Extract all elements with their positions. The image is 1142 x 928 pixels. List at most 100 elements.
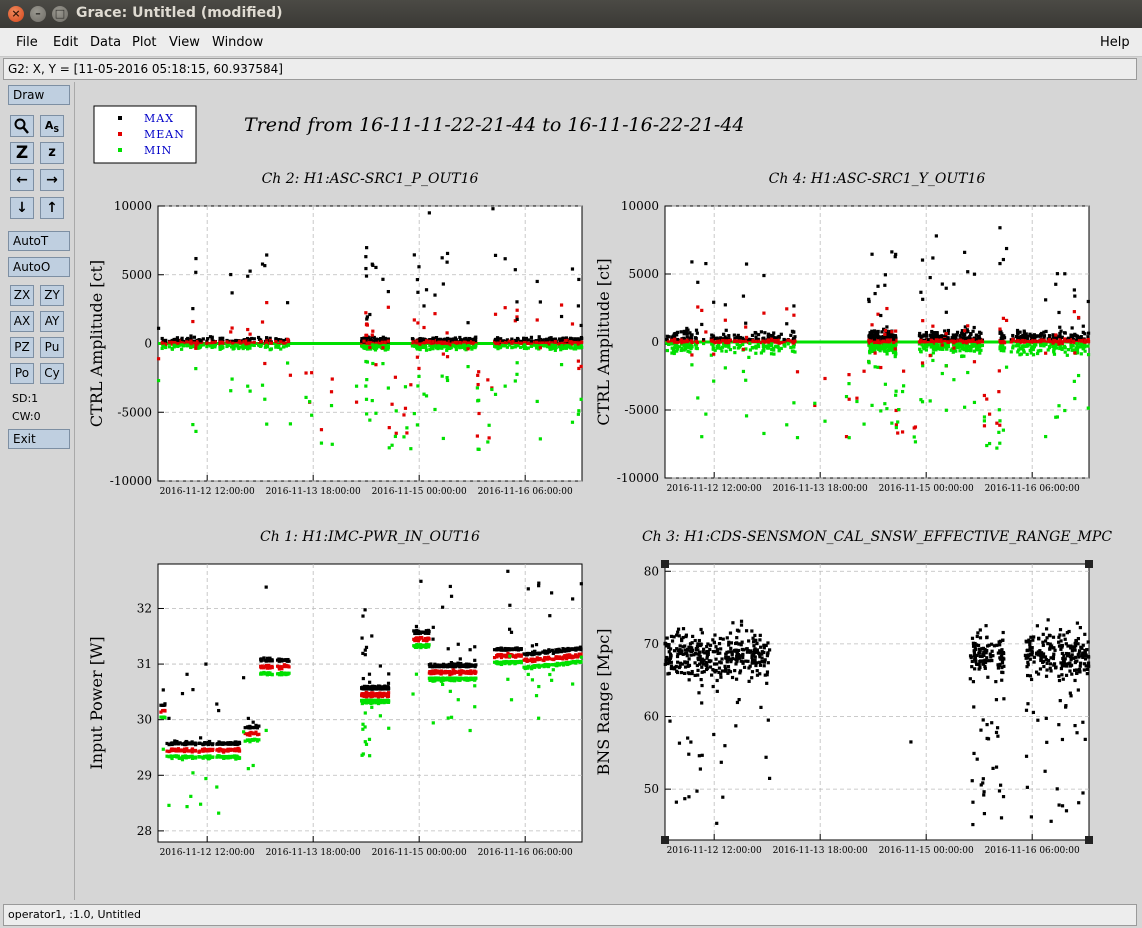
po-button[interactable]: Po bbox=[10, 363, 34, 384]
min-point bbox=[744, 378, 748, 382]
min-point bbox=[958, 342, 962, 346]
min-point bbox=[259, 672, 264, 676]
min-point bbox=[723, 366, 727, 370]
min-point bbox=[365, 412, 369, 416]
min-point bbox=[445, 378, 450, 383]
max-point bbox=[782, 337, 786, 342]
mean-point bbox=[453, 340, 458, 345]
ay-button[interactable]: AY bbox=[40, 311, 64, 332]
mean-point bbox=[162, 708, 166, 713]
menu-window[interactable]: Window bbox=[212, 35, 263, 50]
min-point bbox=[374, 343, 378, 347]
mean-point bbox=[194, 346, 198, 350]
min-point bbox=[234, 343, 238, 347]
menu-help[interactable]: Help bbox=[1100, 35, 1130, 50]
mean-point bbox=[450, 672, 454, 676]
max-point bbox=[744, 262, 749, 266]
arrow-right-icon[interactable]: → bbox=[40, 169, 64, 191]
menu-file[interactable]: File bbox=[16, 35, 38, 50]
min-point bbox=[364, 742, 369, 746]
legend-label-max: MAX bbox=[144, 112, 174, 125]
arrow-left-icon[interactable]: ← bbox=[10, 169, 34, 191]
min-point bbox=[202, 755, 207, 759]
mean-point bbox=[913, 425, 918, 429]
min-point bbox=[446, 716, 450, 720]
menu-edit[interactable]: Edit bbox=[53, 35, 78, 50]
min-point bbox=[712, 379, 716, 383]
min-point bbox=[761, 349, 765, 353]
y-tick-label: 0 bbox=[144, 337, 152, 351]
max-point bbox=[1086, 331, 1091, 335]
autot-button[interactable]: AutoT bbox=[8, 231, 70, 251]
zx-button[interactable]: ZX bbox=[10, 285, 34, 306]
min-point bbox=[515, 372, 519, 376]
mean-point bbox=[248, 332, 252, 336]
zy-button[interactable]: ZY bbox=[40, 285, 64, 306]
min-point bbox=[381, 362, 385, 366]
max-point bbox=[441, 605, 445, 609]
max-point bbox=[387, 672, 391, 676]
min-point bbox=[535, 399, 539, 404]
zoom-out-icon[interactable]: z bbox=[40, 142, 64, 164]
min-point bbox=[368, 418, 372, 422]
mean-point bbox=[415, 339, 419, 343]
min-point bbox=[367, 737, 372, 741]
chart-panel-2: Ch 4: H1:ASC-SRC1_Y_OUT162016-11-12 12:0… bbox=[594, 171, 1091, 494]
max-point bbox=[887, 332, 892, 337]
menu-plot[interactable]: Plot bbox=[132, 35, 157, 50]
min-point bbox=[944, 408, 948, 412]
min-point bbox=[792, 401, 796, 405]
close-window-icon[interactable]: × bbox=[8, 6, 24, 22]
autoscale-text-icon[interactable]: AS bbox=[40, 115, 64, 137]
min-point bbox=[870, 403, 874, 407]
mean-point bbox=[1001, 316, 1006, 320]
arrow-up-icon[interactable]: ↑ bbox=[40, 197, 64, 219]
minimize-window-icon[interactable]: – bbox=[30, 6, 46, 22]
mean-point bbox=[360, 694, 364, 698]
mean-point bbox=[274, 340, 278, 344]
max-point bbox=[219, 336, 223, 341]
min-point bbox=[1074, 346, 1078, 350]
min-point bbox=[403, 385, 408, 389]
mean-point bbox=[445, 355, 450, 359]
min-point bbox=[727, 345, 731, 349]
min-point bbox=[282, 345, 286, 349]
autoo-button[interactable]: AutoO bbox=[8, 257, 70, 277]
pu-button[interactable]: Pu bbox=[40, 337, 64, 358]
min-point bbox=[813, 401, 817, 405]
zoom-icon[interactable] bbox=[10, 115, 34, 137]
min-point bbox=[673, 350, 677, 354]
draw-button[interactable]: Draw bbox=[8, 85, 70, 105]
max-point bbox=[270, 658, 274, 662]
max-point bbox=[920, 258, 925, 262]
mean-point bbox=[217, 748, 222, 752]
arrow-down-icon[interactable]: ↓ bbox=[10, 197, 34, 219]
plot-canvas[interactable]: Trend from 16-11-11-22-21-44 to 16-11-16… bbox=[78, 82, 1134, 902]
mean-point bbox=[511, 340, 515, 344]
ax-button[interactable]: AX bbox=[10, 311, 34, 332]
exit-button[interactable]: Exit bbox=[8, 429, 70, 449]
min-point bbox=[173, 754, 177, 758]
min-point bbox=[440, 374, 444, 378]
max-point bbox=[361, 614, 365, 618]
mean-point bbox=[823, 376, 827, 381]
min-point bbox=[190, 755, 194, 759]
mean-point bbox=[417, 366, 421, 371]
maximize-window-icon[interactable]: □ bbox=[52, 6, 68, 22]
mean-point bbox=[231, 341, 235, 345]
menu-view[interactable]: View bbox=[169, 35, 200, 50]
zoom-in-icon[interactable]: Z bbox=[10, 142, 34, 164]
cy-button[interactable]: Cy bbox=[40, 363, 64, 384]
menu-data[interactable]: Data bbox=[90, 35, 121, 50]
max-point bbox=[1004, 246, 1009, 251]
mean-point bbox=[418, 342, 422, 346]
max-point bbox=[172, 337, 176, 342]
max-point bbox=[738, 335, 743, 340]
min-point bbox=[161, 747, 165, 751]
min-point bbox=[926, 343, 930, 347]
max-point bbox=[215, 702, 219, 706]
pz-button[interactable]: PZ bbox=[10, 337, 34, 358]
min-point bbox=[304, 395, 308, 400]
y-tick-label: 31 bbox=[137, 657, 152, 671]
min-point bbox=[782, 343, 786, 347]
